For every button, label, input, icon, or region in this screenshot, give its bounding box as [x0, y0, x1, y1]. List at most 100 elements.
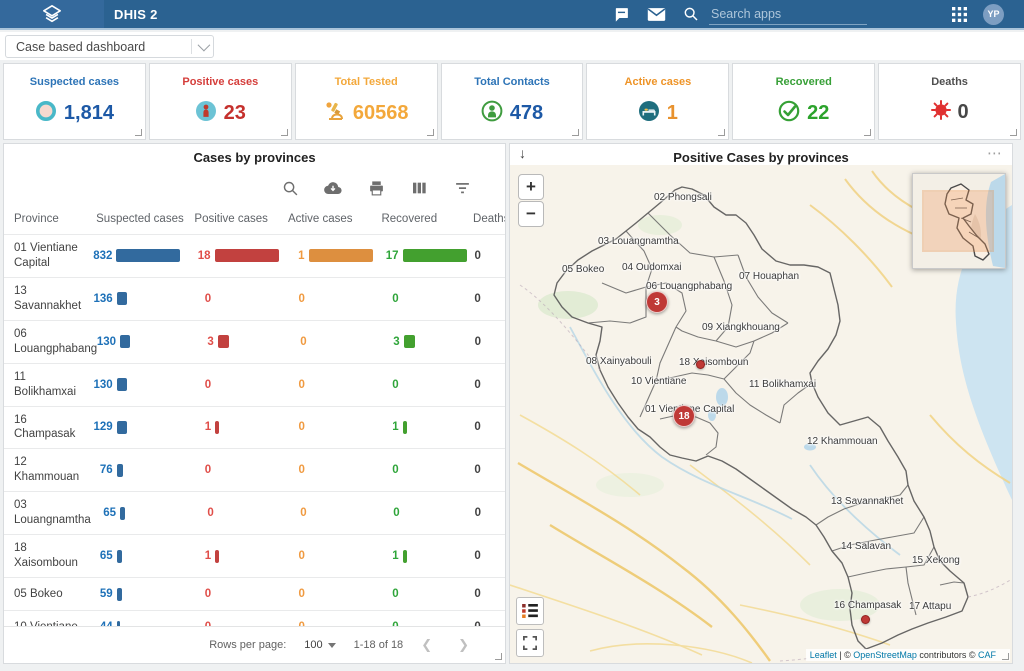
province-label: 04 Oudomxai — [622, 262, 681, 273]
map-legend-button[interactable] — [516, 597, 544, 625]
prev-page-button[interactable]: ❮ — [421, 637, 432, 653]
active-cell: 0 — [279, 588, 373, 600]
positive-value: 0 — [185, 379, 211, 391]
top-app-bar: DHIS 2 YP — [0, 0, 1024, 30]
positive-value: 0 — [188, 507, 214, 519]
user-avatar[interactable]: YP — [983, 4, 1004, 25]
active-value: 0 — [279, 464, 305, 476]
rows-per-page-select[interactable]: 100 — [304, 639, 335, 651]
province-label: 12 Khammouan — [807, 436, 878, 447]
table-columns-icon[interactable] — [410, 179, 428, 197]
deaths-value: 0 — [466, 550, 505, 562]
map-zoom-out-button[interactable]: − — [518, 201, 544, 227]
province-label: 09 Xiangkhouang — [702, 322, 780, 333]
province-name: 16 Champasak — [4, 413, 87, 443]
active-value: 0 — [279, 588, 305, 600]
kpi-card-value: 22 — [807, 102, 829, 125]
suspected-cell: 129 — [87, 421, 186, 434]
map-more-menu-icon[interactable]: ⋯ — [987, 144, 1003, 162]
positive-cell: 18 — [185, 249, 279, 262]
col-header-province[interactable]: Province — [4, 213, 86, 225]
case-dot-marker[interactable] — [861, 615, 870, 624]
leaflet-map[interactable]: 02 Phongsali03 Louangnamtha05 Bokeo04 Ou… — [510, 165, 1012, 663]
suspected-bar — [117, 464, 123, 477]
kpi-card-title: Deaths — [931, 76, 968, 88]
attribution-link[interactable]: CAF — [978, 650, 996, 660]
province-name: 12 Khammouan — [4, 455, 87, 485]
col-header-deaths[interactable]: Deaths — [465, 213, 505, 225]
map-zoom-in-button[interactable]: + — [518, 174, 544, 200]
card-resize-handle[interactable] — [718, 129, 725, 136]
table-print-icon[interactable] — [367, 179, 385, 197]
recovered-cell: 0 — [373, 464, 467, 476]
pagination-range: 1-18 of 18 — [354, 639, 404, 651]
card-resize-handle[interactable] — [864, 129, 871, 136]
dashboard-selector[interactable]: Case based dashboard — [5, 35, 214, 58]
recovered-bar — [403, 550, 407, 563]
card-resize-handle[interactable] — [135, 129, 142, 136]
panel-resize-handle[interactable] — [1002, 653, 1009, 660]
cases-by-provinces-panel: Cases by provinces Province Suspected ca… — [3, 143, 506, 664]
apps-menu-icon[interactable] — [949, 4, 969, 24]
col-header-active[interactable]: Active cases — [278, 213, 372, 225]
select-arrow-icon — [328, 643, 336, 648]
search-apps-input[interactable] — [709, 4, 867, 25]
recovered-cell: 0 — [373, 588, 467, 600]
positive-cell: 0 — [185, 464, 279, 476]
suspected-cell: 65 — [87, 550, 186, 563]
table-toolbar — [4, 165, 505, 203]
hospital-bed-icon — [638, 100, 660, 127]
recovered-value: 0 — [373, 588, 399, 600]
kpi-card-title: Positive cases — [182, 76, 258, 88]
positive-cell: 0 — [188, 507, 281, 519]
active-value: 0 — [279, 293, 305, 305]
next-page-button[interactable]: ❯ — [458, 637, 469, 653]
messages-icon[interactable] — [646, 4, 666, 24]
deaths-value: 0 — [466, 293, 505, 305]
col-header-recovered[interactable]: Recovered — [371, 213, 465, 225]
suspected-value: 65 — [90, 507, 116, 519]
table-search-icon[interactable] — [281, 179, 299, 197]
overview-mini-map[interactable] — [912, 173, 1006, 269]
interpretations-icon[interactable] — [611, 4, 631, 24]
active-bar — [309, 249, 373, 262]
table-row: 13 Savannakhet1360000 — [4, 277, 505, 320]
case-count-marker[interactable]: 3 — [646, 291, 668, 313]
kpi-card-positive-cases: Positive cases23 — [149, 63, 292, 140]
dhis2-logo-icon — [41, 4, 63, 24]
recovered-cell: 0 — [373, 379, 467, 391]
dashboard-bar: Case based dashboard — [0, 32, 1024, 60]
panel-resize-handle[interactable] — [495, 653, 502, 660]
card-resize-handle[interactable] — [427, 129, 434, 136]
dhis2-logo[interactable] — [0, 0, 104, 28]
table-row: 06 Louangphabang1303030 — [4, 320, 505, 363]
table-filter-icon[interactable] — [453, 179, 471, 197]
map-download-icon[interactable]: ↓ — [519, 146, 526, 160]
province-label: 02 Phongsali — [654, 192, 712, 203]
positive-value: 0 — [185, 588, 211, 600]
active-cell: 1 — [279, 249, 373, 262]
search-icon — [681, 4, 701, 24]
divider — [191, 39, 192, 54]
rows-per-page-value: 100 — [304, 639, 322, 651]
card-resize-handle[interactable] — [281, 129, 288, 136]
recovered-cell: 0 — [373, 293, 467, 305]
recovered-value: 0 — [373, 293, 399, 305]
kpi-card-recovered: Recovered22 — [732, 63, 875, 140]
recovered-bar — [403, 249, 467, 262]
province-name: 13 Savannakhet — [4, 284, 87, 314]
map-fullscreen-button[interactable] — [516, 629, 544, 657]
attribution-link[interactable]: OpenStreetMap — [853, 650, 917, 660]
case-dot-marker[interactable] — [696, 360, 705, 369]
col-header-positive[interactable]: Positive cases — [184, 213, 278, 225]
positive-bar — [215, 249, 279, 262]
card-resize-handle[interactable] — [1010, 129, 1017, 136]
col-header-suspected[interactable]: Suspected cases — [86, 213, 184, 225]
table-download-icon[interactable] — [324, 179, 342, 197]
case-count-marker[interactable]: 18 — [673, 405, 695, 427]
active-cell: 0 — [281, 336, 374, 348]
suspected-bar — [117, 292, 127, 305]
attribution-link[interactable]: Leaflet — [810, 650, 837, 660]
card-resize-handle[interactable] — [572, 129, 579, 136]
positive-cell: 3 — [188, 335, 281, 348]
